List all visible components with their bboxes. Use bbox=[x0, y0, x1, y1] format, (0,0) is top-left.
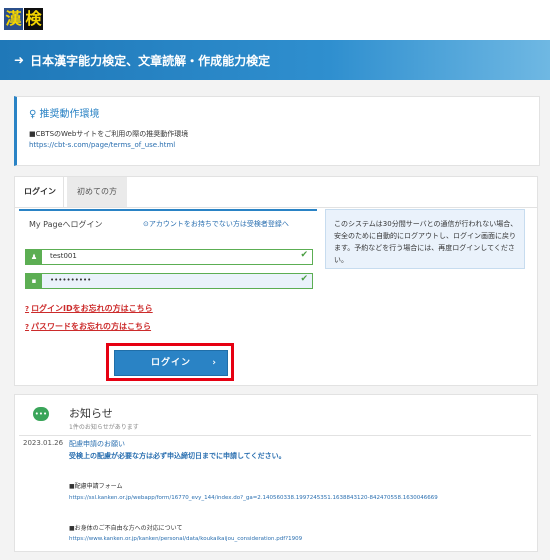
chevron-right-icon: › bbox=[212, 358, 217, 368]
lock-icon: ▪ bbox=[26, 274, 42, 288]
login-card: ログイン 初めての方 My Pageへログイン ⊙アカウントをお持ちでない方は受… bbox=[14, 176, 538, 386]
logo-char-ken: 検 bbox=[24, 8, 43, 30]
check-icon: ✔ bbox=[300, 274, 308, 284]
password-value: •••••••••• bbox=[50, 276, 92, 284]
news-divider bbox=[19, 435, 531, 436]
forgot-password-link[interactable]: ? パスワードをお忘れの方はこちら bbox=[25, 321, 151, 332]
env-title-text: 推奨動作環境 bbox=[39, 109, 100, 120]
password-field[interactable]: ▪ •••••••••• ✔ bbox=[25, 273, 313, 289]
login-button-highlight: ログイン › bbox=[106, 343, 234, 381]
recommended-environment-card: ♀ 推奨動作環境 ■CBTSのWebサイトをご利用の際の推奨動作環境 https… bbox=[14, 96, 540, 166]
env-title: ♀ 推奨動作環境 bbox=[29, 105, 100, 120]
forgot-pw-text: パスワードをお忘れの方はこちら bbox=[31, 322, 152, 331]
news-card: ••• お知らせ 1件のお知らせがあります 2023.01.26 配慮申請のお願… bbox=[14, 394, 538, 552]
notice-text: このシステムは30分間サーバとの通信が行われない場合、安全のために自動的にログア… bbox=[334, 220, 518, 264]
mypage-login-label: My Pageへログイン bbox=[29, 220, 103, 229]
forgot-id-text: ログインIDをお忘れの方はこちら bbox=[31, 304, 153, 313]
news-date: 2023.01.26 bbox=[23, 439, 64, 447]
login-id-field[interactable]: ♟ test001 ✔ bbox=[25, 249, 313, 265]
login-button-label: ログイン bbox=[150, 358, 191, 368]
tab-login[interactable]: ログイン bbox=[17, 177, 64, 207]
login-id-value: test001 bbox=[50, 252, 77, 260]
login-form: My Pageへログイン ⊙アカウントをお持ちでない方は受検者登録へ ♟ tes… bbox=[19, 209, 317, 381]
terms-of-use-link[interactable]: https://cbt-s.com/page/terms_of_use.html bbox=[29, 141, 175, 149]
tab-divider bbox=[15, 207, 537, 208]
sign-in-icon: ➜ bbox=[14, 53, 25, 67]
top-bar: 漢 検 bbox=[0, 0, 550, 40]
banner-title: 日本漢字能力検定、文章読解・作成能力検定 bbox=[30, 53, 271, 68]
env-description: ■CBTSのWebサイトをご利用の際の推奨動作環境 bbox=[29, 130, 189, 138]
session-timeout-notice: このシステムは30分間サーバとの通信が行われない場合、安全のために自動的にログア… bbox=[325, 209, 525, 269]
news-headline[interactable]: 配慮申請のお願い bbox=[69, 439, 125, 449]
title-banner: ➜ 日本漢字能力検定、文章読解・作成能力検定 bbox=[0, 40, 550, 80]
news-item-title: ■お身体のご不自由な方への対応について bbox=[69, 525, 183, 532]
register-link[interactable]: ⊙アカウントをお持ちでない方は受検者登録へ bbox=[143, 219, 289, 229]
lightbulb-icon: ♀ bbox=[29, 109, 37, 120]
question-icon: ? bbox=[25, 305, 30, 313]
kanken-logo[interactable]: 漢 検 bbox=[4, 8, 43, 30]
news-item-title: ■配慮申請フォーム bbox=[69, 483, 123, 490]
news-item-link[interactable]: https://ssl.kanken.or.jp/webapp/form/167… bbox=[69, 495, 438, 501]
logo-char-kan: 漢 bbox=[4, 8, 23, 30]
question-icon: ? bbox=[25, 323, 30, 331]
check-icon: ✔ bbox=[300, 250, 308, 260]
news-subtitle: 1件のお知らせがあります bbox=[69, 424, 139, 431]
login-button[interactable]: ログイン › bbox=[114, 350, 228, 376]
forgot-login-id-link[interactable]: ? ログインIDをお忘れの方はこちら bbox=[25, 303, 153, 314]
news-title: お知らせ bbox=[69, 407, 113, 420]
tab-first-time[interactable]: 初めての方 bbox=[67, 177, 127, 207]
chat-bubble-icon: ••• bbox=[33, 407, 49, 421]
news-bold-text: 受検上の配慮が必要な方は必ず申込締切日までに申請してください。 bbox=[69, 452, 286, 460]
user-icon: ♟ bbox=[26, 250, 42, 264]
news-item-link[interactable]: https://www.kanken.or.jp/kanken/personal… bbox=[69, 536, 302, 542]
